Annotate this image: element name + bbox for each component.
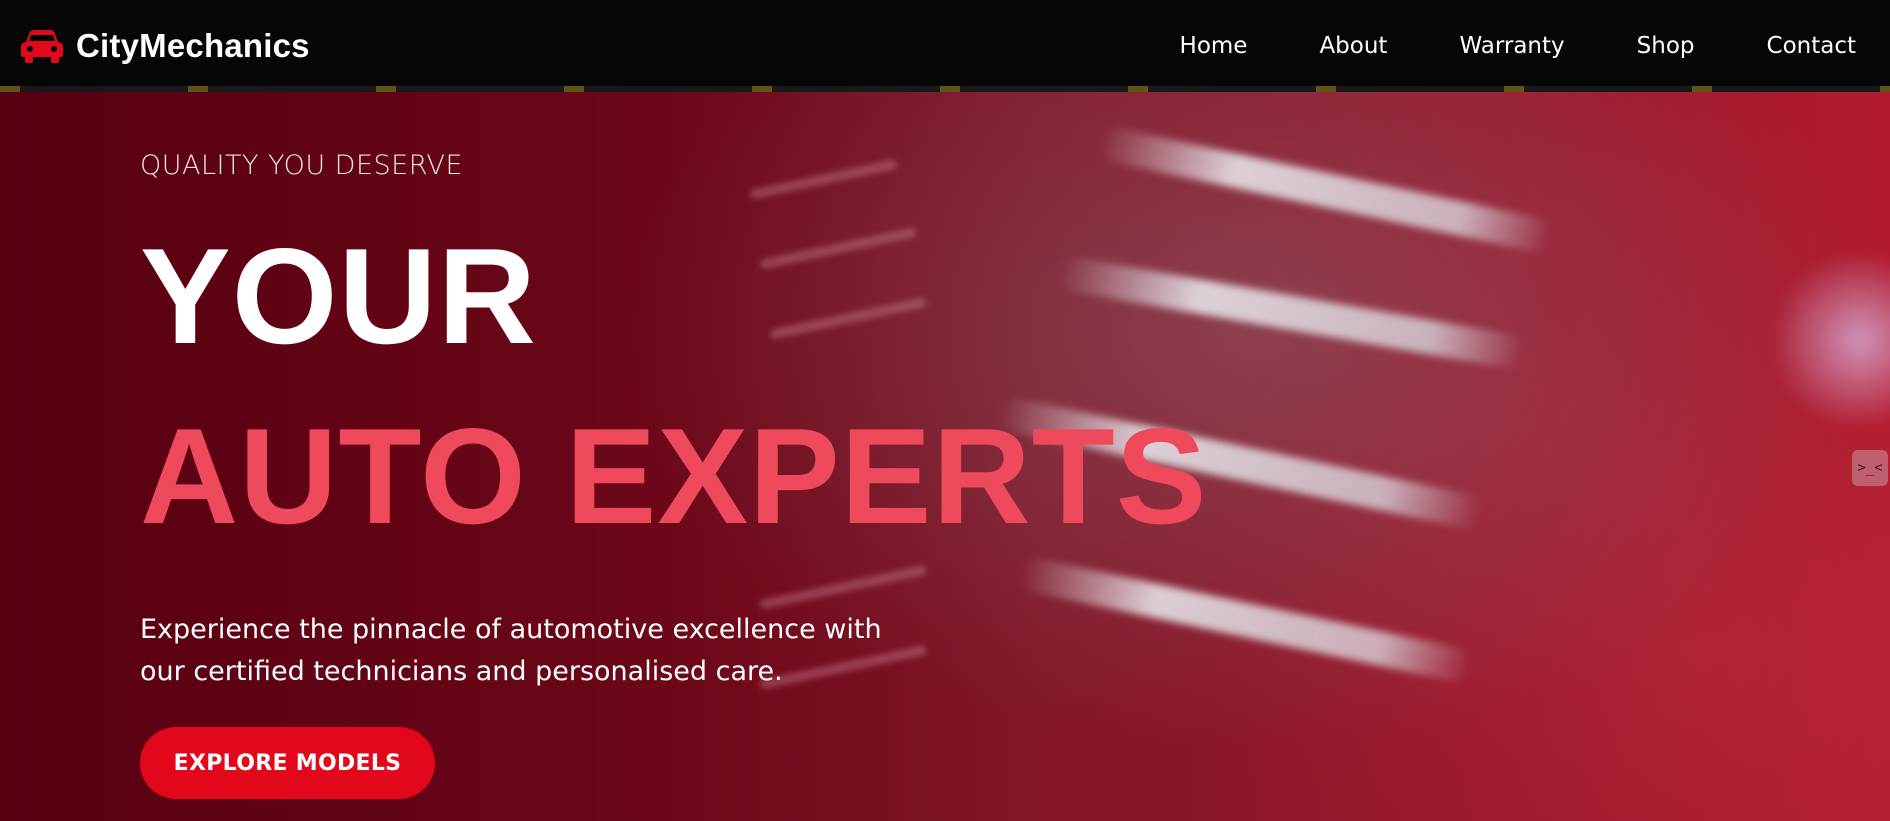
- nav-link-shop[interactable]: Shop: [1637, 33, 1695, 59]
- chat-face-icon[interactable]: >_<: [1852, 450, 1888, 486]
- nav-link-about[interactable]: About: [1319, 33, 1387, 59]
- explore-models-button[interactable]: EXPLORE MODELS: [140, 727, 435, 799]
- brand[interactable]: CityMechanics: [20, 26, 310, 66]
- hero-headline-line1: YOUR: [140, 220, 537, 372]
- hero-description: Experience the pinnacle of automotive ex…: [140, 614, 882, 687]
- hero-content: QUALITY YOU DESERVE YOUR AUTO EXPERTS Ex…: [140, 150, 1207, 799]
- nav-link-warranty[interactable]: Warranty: [1459, 33, 1564, 59]
- nav-link-home[interactable]: Home: [1180, 33, 1248, 59]
- hero-headline-line2: AUTO EXPERTS: [140, 400, 1208, 552]
- brand-name: CityMechanics: [76, 27, 310, 64]
- nav-link-contact[interactable]: Contact: [1767, 33, 1856, 59]
- nav-links: Home About Warranty Shop Contact: [1180, 33, 1870, 59]
- navbar-stripe-border: [0, 86, 1890, 92]
- car-icon: [20, 26, 64, 66]
- page: CityMechanics Home About Warranty Shop C…: [0, 0, 1890, 821]
- top-navbar: CityMechanics Home About Warranty Shop C…: [0, 0, 1890, 92]
- hero-eyebrow: QUALITY YOU DESERVE: [140, 150, 464, 181]
